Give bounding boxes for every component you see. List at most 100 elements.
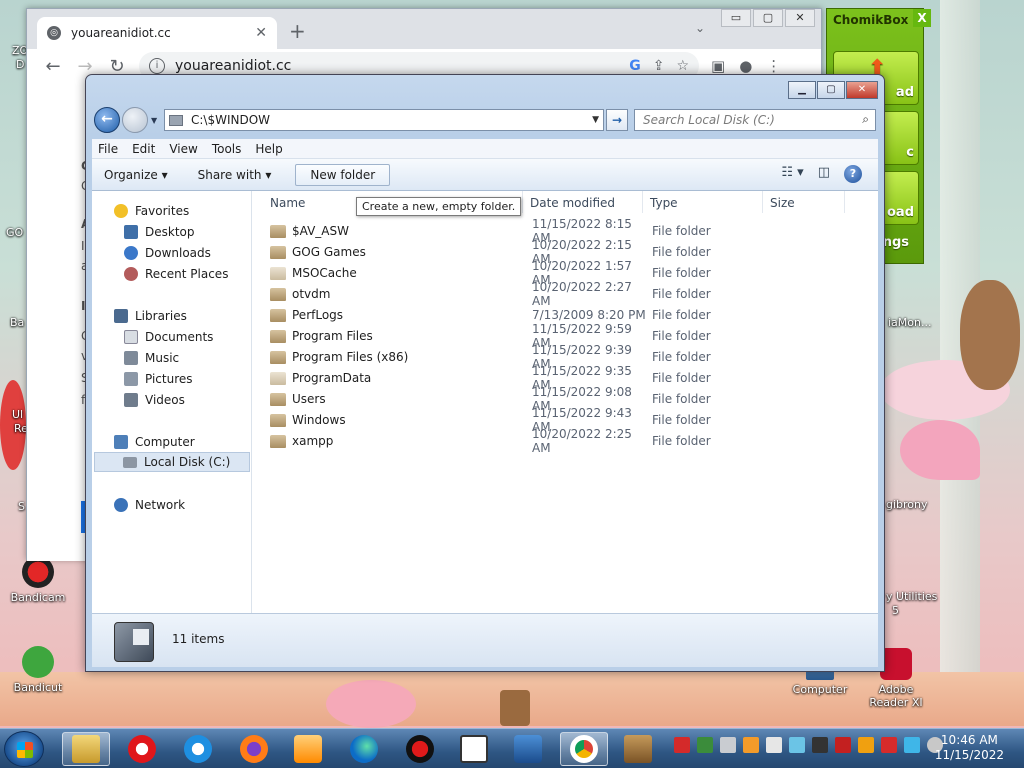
taskbar-explorer[interactable] (62, 732, 110, 766)
taskbar-clock[interactable]: 10:46 AM 11/15/2022 (935, 733, 1004, 763)
site-info-icon[interactable]: i (149, 58, 165, 74)
tray-app-icon[interactable] (766, 737, 782, 753)
chrome-maximize-button[interactable]: ▢ (753, 9, 783, 27)
menu-file[interactable]: File (98, 142, 118, 156)
recent-pages-dropdown-icon[interactable]: ▼ (151, 116, 157, 125)
adobe-tray-icon[interactable] (674, 737, 690, 753)
address-bar[interactable]: C:\$WINDOW ▼ (164, 109, 604, 131)
explorer-window[interactable]: ▁ ▢ ✕ ← ▼ C:\$WINDOW ▼ → Search Local Di… (85, 74, 885, 672)
nav-desktop[interactable]: Desktop (124, 222, 195, 242)
taskbar-firefox[interactable] (230, 732, 278, 766)
more-menu-icon[interactable]: ⋮ (766, 57, 781, 75)
taskbar-virtualbox[interactable] (504, 732, 552, 766)
tray-app-icon[interactable] (743, 737, 759, 753)
taskbar-calendar-app[interactable] (450, 732, 498, 766)
file-row[interactable]: otvdm 10/20/2022 2:27 AM File folder (270, 280, 860, 308)
start-button[interactable] (4, 731, 44, 767)
column-name[interactable]: Name (270, 196, 305, 210)
search-input[interactable]: Search Local Disk (C:) ⌕ (634, 109, 876, 131)
change-view-icon[interactable]: ☷ ▾ (781, 165, 803, 183)
close-button[interactable]: ✕ (846, 81, 878, 99)
taskbar-bandicam[interactable] (396, 732, 444, 766)
share-with-button[interactable]: Share with ▾ (192, 164, 278, 186)
search-icon[interactable]: ⌕ (862, 112, 869, 127)
nav-documents[interactable]: Documents (124, 327, 213, 347)
share-icon[interactable]: ⇪ (653, 58, 665, 74)
monitor-icon[interactable] (904, 737, 920, 753)
menu-bar: File Edit View Tools Help (92, 139, 878, 159)
organize-button[interactable]: Organize ▾ (98, 164, 174, 186)
column-size[interactable]: Size (770, 196, 795, 210)
address-input[interactable]: C:\$WINDOW (191, 113, 592, 127)
chomikbox-close-button[interactable]: X (913, 9, 931, 27)
nav-downloads[interactable]: Downloads (124, 243, 211, 263)
address-dropdown-icon[interactable]: ▼ (592, 115, 599, 125)
tray-app-icon[interactable] (812, 737, 828, 753)
column-separator[interactable] (522, 191, 523, 213)
desktop-partial-label: y Utilities (886, 590, 938, 603)
preview-pane-icon[interactable]: ◫ (818, 165, 830, 183)
column-separator[interactable] (642, 191, 643, 213)
nav-videos[interactable]: Videos (124, 390, 185, 410)
back-arrow-icon[interactable]: ← (37, 56, 69, 77)
file-type: File folder (652, 413, 711, 427)
tab-search-icon[interactable]: ⌄ (695, 21, 705, 35)
drive-large-icon (114, 622, 154, 662)
column-date-modified[interactable]: Date modified (530, 196, 615, 210)
column-separator[interactable] (762, 191, 763, 213)
tray-app-icon[interactable] (835, 737, 851, 753)
google-lens-icon[interactable]: G (629, 58, 641, 74)
nav-libraries[interactable]: Libraries (114, 306, 187, 326)
taskbar-opera[interactable] (118, 732, 166, 766)
explorer-caption-buttons: ▁ ▢ ✕ (787, 81, 878, 99)
chomikbox-settings-label[interactable]: ngs (883, 235, 909, 250)
documents-icon (124, 330, 138, 344)
minimize-button[interactable]: ▁ (788, 81, 816, 99)
desktop-icon-bandicam[interactable]: Bandicam (0, 556, 76, 604)
chrome-tab-title: youareanidiot.cc (71, 26, 171, 40)
taskbar-chrome[interactable] (560, 732, 608, 766)
maximize-button[interactable]: ▢ (817, 81, 845, 99)
column-type[interactable]: Type (650, 196, 678, 210)
go-arrow-icon[interactable]: → (606, 109, 628, 131)
nav-computer[interactable]: Computer (114, 432, 195, 452)
nav-pictures[interactable]: Pictures (124, 369, 193, 389)
file-date-modified: 10/20/2022 2:25 AM (532, 427, 632, 455)
file-name: PerfLogs (292, 308, 344, 322)
flag-icon[interactable] (881, 737, 897, 753)
desktop-icon-bandicut[interactable]: Bandicut (0, 646, 76, 694)
nav-favorites[interactable]: Favorites (114, 201, 189, 221)
chrome-close-button[interactable]: ✕ (785, 9, 815, 27)
file-type: File folder (652, 287, 711, 301)
taskbar-media-player[interactable] (284, 732, 332, 766)
chrome-tab[interactable]: ◎ youareanidiot.cc ✕ (37, 17, 277, 49)
profile-icon[interactable]: ● (739, 57, 752, 75)
new-folder-button[interactable]: New folder (295, 163, 391, 186)
menu-view[interactable]: View (169, 142, 197, 156)
taskbar-internet-explorer[interactable] (174, 732, 222, 766)
menu-tools[interactable]: Tools (212, 142, 242, 156)
side-panel-icon[interactable]: ▣ (711, 57, 725, 75)
taskbar-edge[interactable] (340, 732, 388, 766)
file-row[interactable]: xampp 10/20/2022 2:25 AM File folder (270, 427, 860, 455)
tray-app-icon[interactable] (858, 737, 874, 753)
tray-app-icon[interactable] (720, 737, 736, 753)
close-tab-icon[interactable]: ✕ (255, 25, 267, 41)
nav-music[interactable]: Music (124, 348, 179, 368)
nav-local-disk[interactable]: Local Disk (C:) (94, 452, 250, 472)
menu-help[interactable]: Help (255, 142, 282, 156)
folder-icon (270, 392, 286, 406)
nav-network[interactable]: Network (114, 495, 185, 515)
tray-app-icon[interactable] (697, 737, 713, 753)
back-arrow-icon[interactable]: ← (94, 107, 120, 133)
help-icon[interactable]: ? (844, 165, 862, 183)
nav-recent-places[interactable]: Recent Places (124, 264, 228, 284)
menu-edit[interactable]: Edit (132, 142, 155, 156)
forward-arrow-icon[interactable] (122, 107, 148, 133)
tray-app-icon[interactable] (789, 737, 805, 753)
new-tab-icon[interactable]: + (289, 19, 306, 43)
bookmark-star-icon[interactable]: ☆ (676, 58, 689, 74)
chrome-minimize-button[interactable]: ▭ (721, 9, 751, 27)
taskbar-chomikbox[interactable] (614, 732, 662, 766)
column-separator[interactable] (844, 191, 845, 213)
